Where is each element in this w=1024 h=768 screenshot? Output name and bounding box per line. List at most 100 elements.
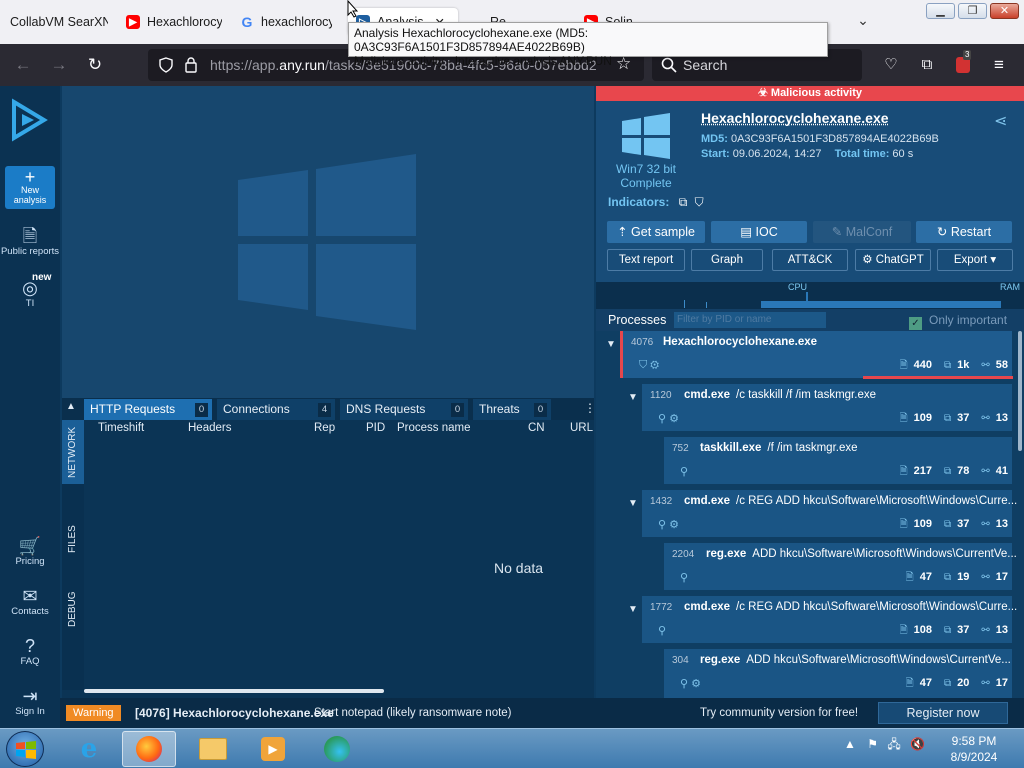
forward-arrow-icon[interactable]: → bbox=[46, 52, 72, 78]
process-row[interactable]: 1772 cmd.exe/c REG ADD hkcu\Software\Mic… bbox=[642, 596, 1017, 643]
shield-icon[interactable] bbox=[158, 57, 174, 73]
md5-value[interactable]: 0A3C93F6A1501F3D857894AE4022B69B bbox=[731, 133, 939, 145]
maximize-button[interactable]: ❐ bbox=[958, 3, 987, 19]
warning-process[interactable]: [4076] Hexachlorocyclohexane.exe bbox=[135, 706, 334, 720]
column-header[interactable]: Rep bbox=[314, 422, 335, 434]
collapse-caret-icon[interactable]: ▼ bbox=[606, 339, 616, 350]
edge-browser-icon[interactable] bbox=[310, 731, 364, 767]
windows-watermark-logo bbox=[238, 154, 416, 330]
close-window-button[interactable]: ✕ bbox=[990, 3, 1019, 19]
ioc-icon: ▤ bbox=[740, 225, 756, 239]
faq-button[interactable]: ? FAQ bbox=[0, 636, 60, 667]
attck-button[interactable]: ATT&CK bbox=[772, 249, 848, 271]
biohazard-icon: ☣ bbox=[757, 87, 771, 99]
collapse-caret-icon[interactable]: ▼ bbox=[628, 498, 638, 509]
new-analysis-button[interactable]: + New analysis bbox=[5, 166, 55, 209]
collapse-caret-icon[interactable]: ▼ bbox=[628, 392, 638, 403]
column-header[interactable]: CN bbox=[528, 422, 545, 434]
tab-searxng[interactable]: CollabVM SearXN bbox=[10, 8, 108, 36]
download-icon: ⇡ bbox=[617, 225, 632, 239]
firefox-icon[interactable] bbox=[122, 731, 176, 767]
document-icon: 🗎 bbox=[22, 226, 38, 246]
tab-http-requests[interactable]: HTTP Requests 0 bbox=[84, 399, 212, 420]
tab-threats[interactable]: Threats 0 bbox=[473, 399, 551, 420]
windows-logo-icon bbox=[622, 113, 670, 159]
pocket-icon[interactable]: ♡ bbox=[878, 52, 904, 78]
lock-icon[interactable] bbox=[184, 56, 198, 73]
tab-files[interactable]: FILES bbox=[62, 504, 84, 574]
tab-youtube-hexachlorocy[interactable]: ▶ Hexachlorocy bbox=[126, 8, 222, 36]
media-player-icon[interactable]: ▶ bbox=[246, 731, 300, 767]
process-list-scrollbar[interactable] bbox=[1018, 331, 1022, 451]
column-header[interactable]: URL bbox=[570, 422, 593, 434]
internet-explorer-icon[interactable]: e bbox=[62, 731, 116, 767]
process-stats: 🗎 109 ⧉ 37 ⚯ 13 bbox=[899, 412, 1008, 424]
vm-screen[interactable] bbox=[62, 86, 594, 398]
process-row[interactable]: 1120 cmd.exe/c taskkill /f /im taskmgr.e… bbox=[642, 384, 1012, 431]
column-header[interactable]: Headers bbox=[188, 422, 231, 434]
column-header[interactable]: Process name bbox=[397, 422, 471, 434]
column-header[interactable]: Timeshift bbox=[98, 422, 144, 434]
collapse-caret-icon[interactable]: ▼ bbox=[628, 604, 638, 615]
windows-taskbar: e ▶ ▲ ⚑ 🖧 🔇 9:58 PM 8/9/2024 bbox=[0, 728, 1024, 768]
malconf-button[interactable]: ✎ MalConf bbox=[813, 221, 911, 243]
register-now-button[interactable]: Register now bbox=[878, 702, 1008, 724]
public-reports-button[interactable]: 🗎 Public reports bbox=[0, 226, 60, 257]
file-explorer-icon[interactable] bbox=[186, 731, 240, 767]
ioc-button[interactable]: ▤ IOC bbox=[711, 221, 807, 243]
sign-in-button[interactable]: ⇥ Sign In bbox=[0, 686, 60, 717]
start-button[interactable] bbox=[6, 731, 44, 767]
collapse-caret-icon[interactable]: ▲ bbox=[66, 401, 76, 412]
ti-button[interactable]: ◎ TI bbox=[0, 278, 60, 309]
report-panel: ☣ Malicious activity Win7 32 bit Complet… bbox=[596, 86, 1024, 698]
more-options-icon[interactable]: ⋮ bbox=[584, 401, 596, 415]
reload-icon[interactable]: ↻ bbox=[82, 52, 108, 78]
system-clock[interactable]: 9:58 PM 8/9/2024 bbox=[946, 733, 1002, 765]
tab-dns-requests[interactable]: DNS Requests 0 bbox=[340, 399, 468, 420]
copy-indicator-icon[interactable]: ⧉ bbox=[679, 195, 688, 209]
hamburger-menu-icon[interactable]: ≡ bbox=[986, 52, 1012, 78]
extensions-puzzle-icon[interactable]: ⧉ bbox=[914, 52, 940, 78]
file-name[interactable]: Hexachlorocyclohexane.exe bbox=[701, 110, 889, 126]
tab-connections[interactable]: Connections 4 bbox=[217, 399, 335, 420]
ti-label: TI bbox=[25, 298, 35, 309]
contacts-button[interactable]: ✉ Contacts bbox=[0, 586, 60, 617]
tab-google-hexachlorocy[interactable]: G hexachlorocy bbox=[240, 8, 332, 36]
pricing-button[interactable]: 🛒 Pricing bbox=[0, 536, 60, 567]
graph-button[interactable]: Graph bbox=[691, 249, 763, 271]
anyrun-logo-icon[interactable] bbox=[10, 98, 50, 142]
show-hidden-icons-icon[interactable]: ▲ bbox=[844, 737, 856, 751]
ram-label: RAM bbox=[1000, 282, 1020, 292]
only-important-checkbox[interactable]: ✓ Only important bbox=[909, 313, 1007, 330]
warning-badge: Warning bbox=[66, 705, 121, 721]
action-center-flag-icon[interactable]: ⚑ bbox=[867, 737, 878, 751]
process-row[interactable]: 752 taskkill.exe/f /im taskmgr.exe ⚲ 🗎 21… bbox=[664, 437, 1012, 484]
share-icon[interactable]: ⋖ bbox=[994, 111, 1007, 131]
volume-muted-icon[interactable]: 🔇 bbox=[910, 737, 925, 751]
clock-time: 9:58 PM bbox=[951, 734, 997, 748]
column-header[interactable]: PID bbox=[366, 422, 385, 434]
back-arrow-icon[interactable]: ← bbox=[10, 52, 36, 78]
network-table-header: Timeshift Headers Rep PID Process name C… bbox=[84, 420, 594, 437]
chatgpt-button[interactable]: ⚙ ChatGPT bbox=[855, 249, 931, 271]
verdict-label: Malicious activity bbox=[770, 87, 862, 99]
ublock-extension-icon[interactable]: 3 bbox=[950, 50, 976, 78]
shield-indicator-icon[interactable]: ⛉ bbox=[695, 195, 704, 209]
get-sample-button[interactable]: ⇡ Get sample bbox=[607, 221, 705, 243]
process-row[interactable]: 1432 cmd.exe/c REG ADD hkcu\Software\Mic… bbox=[642, 490, 1017, 537]
tab-network[interactable]: NETWORK bbox=[62, 420, 84, 484]
process-stats: 🗎 108 ⧉ 37 ⚯ 13 bbox=[899, 624, 1008, 636]
tab-debug[interactable]: DEBUG bbox=[62, 574, 84, 644]
process-row[interactable]: 4076 Hexachlorocyclohexane.exe ⛉ ⚙ 🗎 440 ⧉… bbox=[620, 331, 1013, 379]
text-report-button[interactable]: Text report bbox=[607, 249, 685, 271]
pid-filter-input[interactable]: Filter by PID or name bbox=[674, 312, 826, 328]
network-icon[interactable]: 🖧 bbox=[887, 737, 900, 751]
minimize-button[interactable]: ▁ bbox=[926, 3, 955, 19]
export-button[interactable]: Export ▾ bbox=[937, 249, 1013, 271]
list-all-tabs-chevron-icon[interactable]: ⌄ bbox=[852, 12, 874, 32]
horizontal-scrollbar[interactable] bbox=[84, 689, 384, 693]
process-row[interactable]: 304 reg.exe ADD hkcu\Software\Microsoft\W… bbox=[664, 649, 1012, 698]
start-value: 09.06.2024, 14:27 bbox=[732, 148, 822, 160]
restart-button[interactable]: ↻ Restart bbox=[916, 221, 1012, 243]
process-row[interactable]: 2204 reg.exe ADD hkcu\Software\Microsoft\… bbox=[664, 543, 1017, 590]
